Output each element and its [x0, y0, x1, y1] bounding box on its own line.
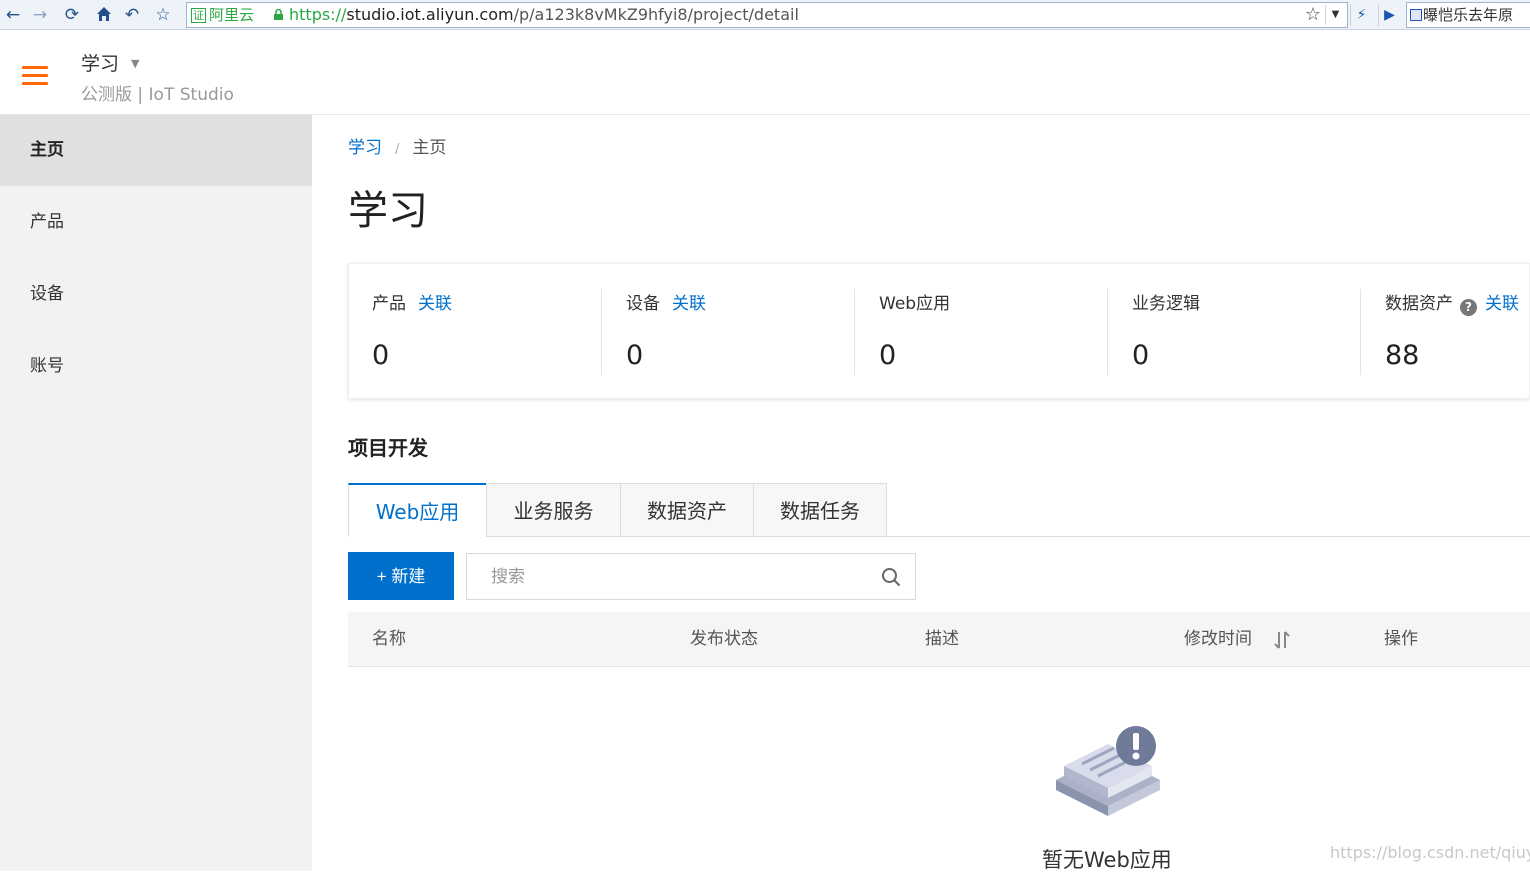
bookmark-tab[interactable]: 曝恺乐去年原: [1406, 2, 1530, 28]
column-modified-time[interactable]: 修改时间: [1184, 612, 1252, 667]
stat-label-row: 产品 关联: [372, 292, 452, 316]
stat-divider: [1107, 289, 1108, 375]
back-icon[interactable]: ←: [3, 5, 23, 25]
sort-icon[interactable]: [1274, 631, 1290, 649]
stat-divider: [854, 289, 855, 375]
url-scheme: https://: [289, 5, 347, 24]
breadcrumb: 学习 / 主页: [348, 136, 446, 162]
forward-icon[interactable]: →: [30, 5, 50, 25]
page-favicon-icon: [1410, 9, 1422, 21]
breadcrumb-separator: /: [395, 142, 400, 157]
column-name: 名称: [372, 629, 406, 649]
flash-icon[interactable]: ⚡: [1350, 4, 1372, 26]
address-bar[interactable]: 证 阿里云 https://studio.iot.aliyun.com/p/a1…: [186, 2, 1348, 28]
search-icon[interactable]: [881, 567, 901, 587]
stats-card: 产品 关联 0 设备 关联 0 Web应用 0 业务逻辑 0 数据资产? 关联 88: [348, 263, 1530, 399]
app-header: 学习 ▼ 公测版 | IoT Studio: [0, 31, 1530, 115]
lock-icon: [274, 9, 283, 20]
stat-products: 产品 关联 0: [349, 264, 601, 400]
refresh-icon[interactable]: ⟳: [62, 5, 82, 25]
bookmark-label: 曝恺乐去年原: [1423, 6, 1514, 24]
sidebar-item-accounts[interactable]: 账号: [0, 331, 312, 402]
tab-web-apps[interactable]: Web应用: [348, 483, 487, 537]
stat-business-logic: 业务逻辑 0: [1109, 264, 1361, 400]
stat-value: 0: [879, 340, 897, 371]
tab-data-tasks[interactable]: 数据任务: [753, 483, 887, 537]
breadcrumb-root[interactable]: 学习: [348, 138, 382, 158]
stat-label: 数据资产: [1385, 294, 1453, 314]
stat-label: 设备: [626, 294, 660, 314]
new-button[interactable]: + 新建: [348, 552, 454, 600]
help-icon[interactable]: ?: [1460, 299, 1477, 316]
bookmark-star-icon[interactable]: ☆: [1305, 5, 1321, 25]
associate-link[interactable]: 关联: [1485, 294, 1519, 314]
column-actions: 操作: [1384, 629, 1418, 649]
tab-business-services[interactable]: 业务服务: [486, 483, 621, 537]
menu-icon[interactable]: [22, 66, 48, 86]
stat-label-row: 设备 关联: [626, 292, 706, 316]
search-input[interactable]: [467, 554, 867, 599]
stat-value: 88: [1385, 340, 1420, 371]
stat-devices: 设备 关联 0: [603, 264, 855, 400]
stat-value: 0: [1132, 340, 1150, 371]
column-description: 描述: [925, 629, 959, 649]
table-header: 名称 发布状态 描述 修改时间 操作: [348, 612, 1530, 667]
watermark: https://blog.csdn.net/qiuyu1: [1330, 843, 1530, 862]
url-text: https://studio.iot.aliyun.com/p/a123k8vM…: [289, 5, 799, 25]
stat-value: 0: [626, 340, 644, 371]
sidebar-item-products[interactable]: 产品: [0, 187, 312, 258]
tab-data-assets[interactable]: 数据资产: [620, 483, 754, 537]
url-path: /p/a123k8vMkZ9hfyi8/project/detail: [513, 5, 799, 24]
home-icon[interactable]: [94, 5, 114, 25]
browser-toolbar: ← → ⟳ ↶ ☆ 证 阿里云 https://studio.iot.aliyu…: [0, 0, 1530, 30]
certificate-label: 阿里云: [209, 6, 255, 24]
search-box: [466, 553, 916, 600]
product-subtitle: 公测版 | IoT Studio: [81, 85, 234, 105]
sidebar: 主页 产品 设备 账号: [0, 115, 312, 871]
url-dropdown-icon[interactable]: ▼: [1325, 5, 1345, 25]
stat-value: 0: [372, 340, 390, 371]
play-icon[interactable]: ▶: [1378, 4, 1400, 26]
column-publish-status: 发布状态: [690, 629, 758, 649]
stat-divider: [1360, 289, 1361, 375]
url-host: studio.iot.aliyun.com: [346, 5, 514, 24]
associate-link[interactable]: 关联: [672, 294, 706, 314]
favorite-icon[interactable]: ☆: [153, 5, 173, 25]
project-name[interactable]: 学习: [81, 51, 119, 77]
caret-down-icon[interactable]: ▼: [131, 57, 139, 70]
undo-icon[interactable]: ↶: [122, 5, 142, 25]
associate-link[interactable]: 关联: [418, 294, 452, 314]
stat-data-assets: 数据资产? 关联 88: [1362, 264, 1530, 400]
stat-web-apps: Web应用 0: [856, 264, 1108, 400]
stat-label-row: 数据资产? 关联: [1385, 292, 1519, 316]
tab-divider: [887, 536, 1530, 537]
certificate-icon: 证: [191, 7, 206, 23]
page-title: 学习: [348, 188, 428, 234]
stat-label: 业务逻辑: [1132, 294, 1200, 314]
sidebar-item-home[interactable]: 主页: [0, 115, 312, 186]
breadcrumb-current: 主页: [412, 138, 447, 158]
stat-label: 产品: [372, 294, 406, 314]
stat-label: Web应用: [879, 294, 951, 314]
sidebar-item-devices[interactable]: 设备: [0, 259, 312, 330]
empty-state-icon: [1056, 726, 1160, 816]
stat-divider: [601, 289, 602, 375]
section-title: 项目开发: [348, 436, 428, 460]
certificate-badge[interactable]: 证 阿里云: [191, 5, 254, 25]
